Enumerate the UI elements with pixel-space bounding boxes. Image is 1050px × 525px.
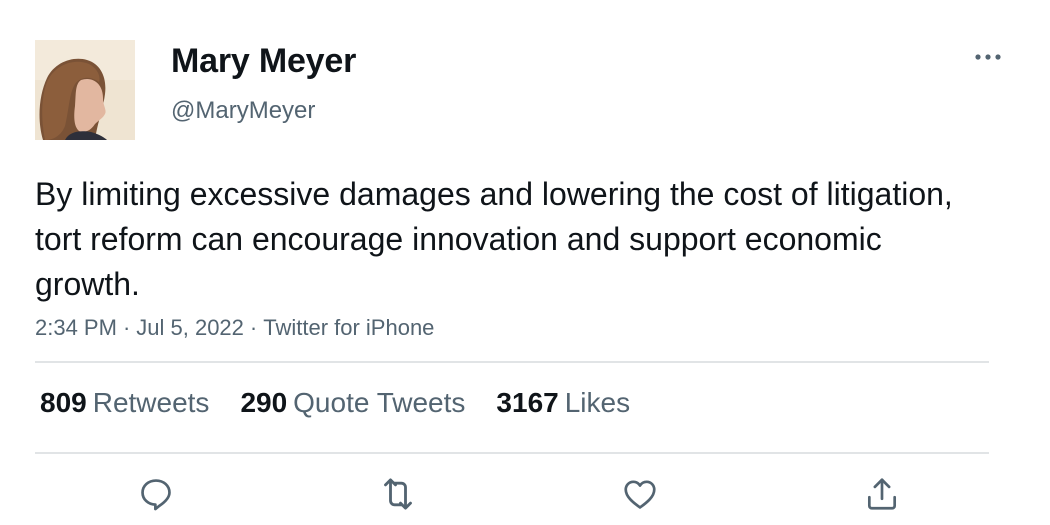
tweet-time[interactable]: 2:34 PM [35,315,117,340]
likes-count: 3167 [496,387,559,418]
more-icon [975,54,1001,60]
tweet-date[interactable]: Jul 5, 2022 [136,315,244,340]
retweets-label: Retweets [92,387,210,418]
meta-separator: · [249,315,258,340]
quote-tweets-stat[interactable]: 290 Quote Tweets [240,387,465,419]
retweets-count: 809 [40,387,87,418]
tweet-card: Mary Meyer @MaryMeyer By limiting excess… [0,0,1050,525]
likes-label: Likes [564,387,631,418]
retweets-stat[interactable]: 809 Retweets [40,387,209,419]
tweet-source[interactable]: Twitter for iPhone [263,315,434,340]
retweet-button[interactable] [378,474,418,514]
share-button[interactable] [862,474,902,514]
reply-icon [141,479,171,511]
display-name[interactable]: Mary Meyer [171,42,356,81]
share-icon [867,478,897,510]
quote-tweets-count: 290 [240,387,288,418]
avatar-image [35,40,135,140]
divider [35,361,989,363]
more-options-button[interactable] [966,42,1010,72]
likes-stat[interactable]: 3167 Likes [496,387,630,419]
quote-tweets-label: Quote Tweets [293,387,466,418]
tweet-text: By limiting excessive damages and loweri… [35,176,953,302]
retweet-icon [384,478,412,510]
meta-separator: · [122,315,131,340]
user-handle[interactable]: @MaryMeyer [171,97,315,125]
engagement-stats: 809 Retweets 290 Quote Tweets 3167 Likes [40,387,661,419]
divider [35,452,989,454]
like-icon [624,480,656,509]
tweet-metadata: 2:34 PM · Jul 5, 2022 · Twitter for iPhone [35,315,434,341]
like-button[interactable] [620,474,660,514]
avatar[interactable] [35,40,135,140]
reply-button[interactable] [136,474,176,514]
